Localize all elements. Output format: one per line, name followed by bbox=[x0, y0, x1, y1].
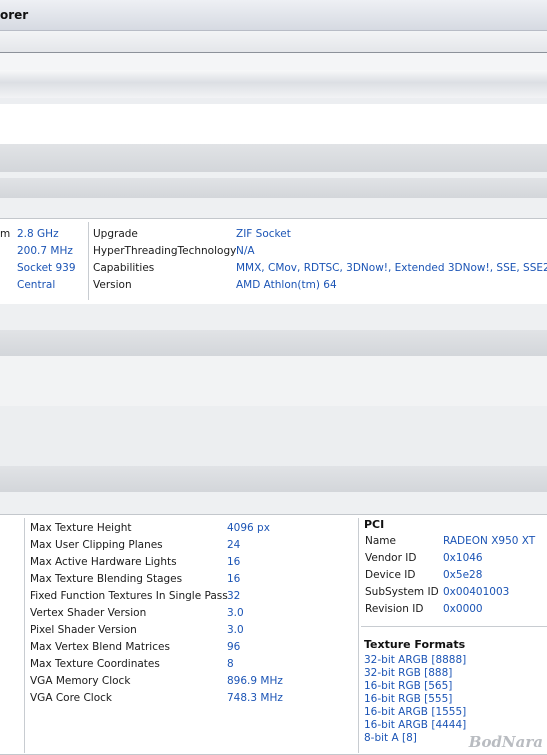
pci-divider bbox=[361, 626, 547, 627]
gpu-row-value: 4096 px bbox=[227, 522, 270, 534]
gpu-row-label: Max Texture Blending Stages bbox=[30, 573, 183, 585]
pci-row-value: 0x0000 bbox=[443, 603, 483, 615]
title-bar bbox=[0, 0, 547, 31]
gpu-left-divider bbox=[24, 518, 25, 753]
pci-row-value: 0x00401003 bbox=[443, 586, 510, 598]
cpu-column-divider bbox=[88, 222, 89, 300]
section-header-video[interactable] bbox=[0, 466, 547, 492]
subsection-gap bbox=[0, 492, 547, 514]
gpu-row-label: Max Active Hardware Lights bbox=[30, 556, 177, 568]
cpu-version-label: Version bbox=[93, 279, 132, 291]
gpu-row-value: 32 bbox=[227, 590, 241, 602]
texture-formats-heading: Texture Formats bbox=[364, 638, 466, 651]
cpu-version-value: AMD Athlon(tm) 64 bbox=[236, 279, 337, 291]
pci-row-label: Name bbox=[365, 535, 396, 547]
gpu-row-value: 8 bbox=[227, 658, 234, 670]
section-gap bbox=[0, 304, 547, 330]
gpu-row-value: 24 bbox=[227, 539, 241, 551]
pci-row-value: RADEON X950 XT bbox=[443, 535, 536, 547]
header-blank bbox=[0, 104, 547, 144]
cpu-capabilities-value: MMX, CMov, RDTSC, 3DNow!, Extended 3DNow… bbox=[236, 262, 547, 274]
cpu-ht-label: HyperThreadingTechnology bbox=[93, 245, 237, 257]
pci-row-value: 0x5e28 bbox=[443, 569, 483, 581]
gpu-row-value: 748.3 MHz bbox=[227, 692, 283, 704]
gpu-right-divider bbox=[358, 518, 359, 753]
toolbar-strip bbox=[0, 53, 547, 70]
section-body-mainboard bbox=[0, 406, 547, 466]
section-body-memory bbox=[0, 356, 547, 406]
section-header-cpu[interactable] bbox=[0, 144, 547, 172]
gpu-row-label: Max Texture Coordinates bbox=[30, 658, 160, 670]
texture-format-item: 16-bit ARGB [1555] bbox=[364, 706, 467, 718]
toolbar bbox=[0, 70, 547, 98]
texture-format-item: 16-bit ARGB [4444] bbox=[364, 719, 467, 731]
watermark-logo: BodNara bbox=[468, 733, 543, 751]
cpu-label: m bbox=[0, 228, 11, 240]
gpu-row-value: 3.0 bbox=[227, 607, 244, 619]
cpu-central-value: Central bbox=[17, 279, 56, 291]
pci-row-label: SubSystem ID bbox=[365, 586, 439, 598]
pci-heading: PCI bbox=[364, 518, 385, 531]
pci-row-label: Vendor ID bbox=[365, 552, 417, 564]
gpu-row-label: Fixed Function Textures In Single Pass bbox=[30, 590, 228, 602]
gpu-row-label: Max User Clipping Planes bbox=[30, 539, 163, 551]
cpu-clock-value: 2.8 GHz bbox=[17, 228, 59, 240]
subsection-gap bbox=[0, 198, 547, 218]
pci-row-label: Revision ID bbox=[365, 603, 424, 615]
gpu-row-value: 96 bbox=[227, 641, 241, 653]
cpu-socket-value: Socket 939 bbox=[17, 262, 76, 274]
gpu-row-label: Vertex Shader Version bbox=[30, 607, 147, 619]
gpu-row-value: 896.9 MHz bbox=[227, 675, 283, 687]
gpu-row-label: VGA Core Clock bbox=[30, 692, 113, 704]
window-title: orer bbox=[0, 8, 29, 22]
gpu-row-label: Max Texture Height bbox=[30, 522, 132, 534]
cpu-upgrade-label: Upgrade bbox=[93, 228, 138, 240]
gpu-row-label: Max Vertex Blend Matrices bbox=[30, 641, 170, 653]
cpu-capabilities-label: Capabilities bbox=[93, 262, 155, 274]
pci-row-label: Device ID bbox=[365, 569, 416, 581]
pci-row-value: 0x1046 bbox=[443, 552, 483, 564]
texture-format-item: 16-bit RGB [555] bbox=[364, 693, 453, 705]
gpu-row-value: 3.0 bbox=[227, 624, 244, 636]
subsection-header-cpu[interactable] bbox=[0, 178, 547, 198]
texture-format-item: 16-bit RGB [565] bbox=[364, 680, 453, 692]
gpu-row-label: Pixel Shader Version bbox=[30, 624, 137, 636]
cpu-upgrade-value: ZIF Socket bbox=[236, 228, 291, 240]
cpu-ht-value: N/A bbox=[236, 245, 255, 257]
texture-format-item: 8-bit A [8] bbox=[364, 732, 417, 744]
texture-format-item: 32-bit RGB [888] bbox=[364, 667, 453, 679]
gpu-row-value: 16 bbox=[227, 556, 241, 568]
gpu-row-label: VGA Memory Clock bbox=[30, 675, 131, 687]
gpu-row-value: 16 bbox=[227, 573, 241, 585]
texture-format-item: 32-bit ARGB [8888] bbox=[364, 654, 467, 666]
section-header-memory[interactable] bbox=[0, 330, 547, 356]
cpu-bus-value: 200.7 MHz bbox=[17, 245, 73, 257]
menu-bar bbox=[0, 31, 547, 53]
